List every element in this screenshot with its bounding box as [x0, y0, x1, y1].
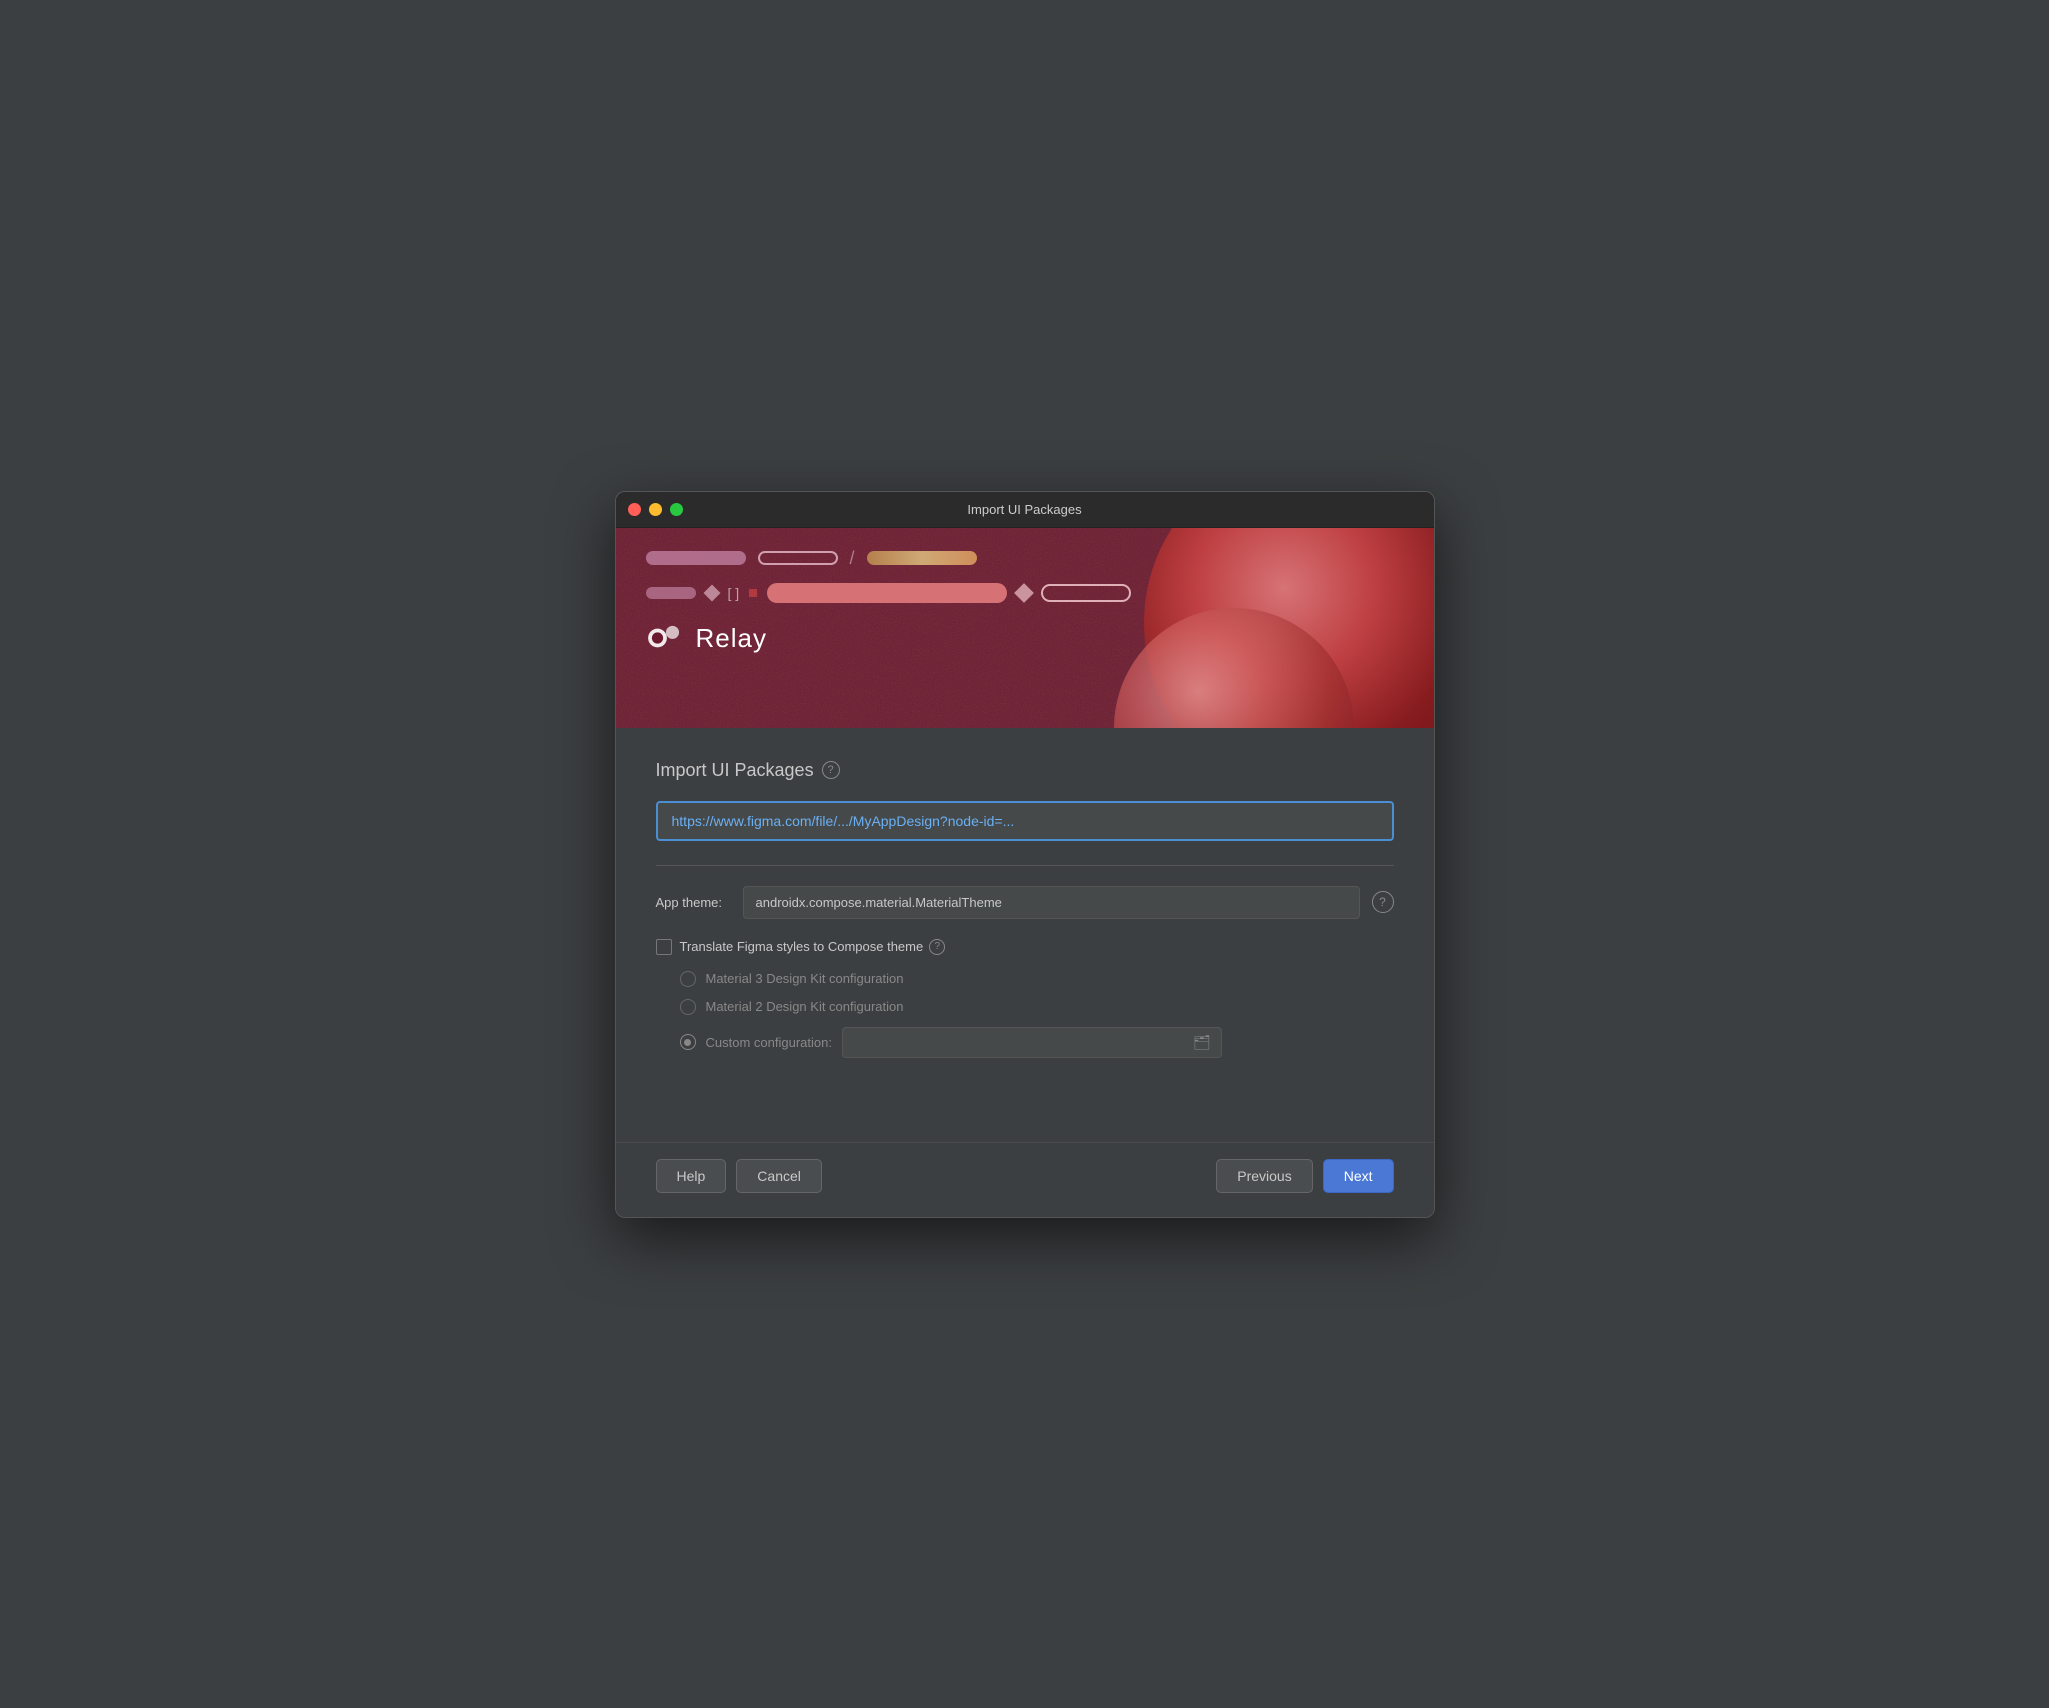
hero-small-square: [749, 589, 757, 597]
hero-pill-2: [758, 551, 838, 565]
close-button[interactable]: [628, 503, 641, 516]
radio-custom[interactable]: [680, 1034, 696, 1050]
maximize-button[interactable]: [670, 503, 683, 516]
relay-logo-icon: [646, 623, 684, 653]
app-theme-label: App theme:: [656, 895, 731, 910]
dialog-window: Import UI Packages / [ ]: [615, 491, 1435, 1218]
radio-options: Material 3 Design Kit configuration Mate…: [656, 971, 1394, 1058]
hero-slash: /: [850, 548, 855, 569]
translate-checkbox[interactable]: [656, 939, 672, 955]
window-controls: [628, 503, 683, 516]
section-title-row: Import UI Packages ?: [656, 760, 1394, 781]
hero-bracket: [ ]: [728, 585, 740, 601]
radio-custom-label: Custom configuration:: [706, 1035, 832, 1050]
custom-config-input-wrapper: 🗂: [842, 1027, 1222, 1058]
hero-big-pill: [767, 583, 1007, 603]
window-title: Import UI Packages: [967, 502, 1081, 517]
previous-button[interactable]: Previous: [1216, 1159, 1312, 1193]
hero-small-pill: [646, 587, 696, 599]
custom-config-row: Custom configuration: 🗂: [680, 1027, 1394, 1058]
footer-left: Help Cancel: [656, 1159, 822, 1193]
section-help-icon[interactable]: ?: [822, 761, 840, 779]
minimize-button[interactable]: [649, 503, 662, 516]
app-theme-row: App theme: ?: [656, 886, 1394, 919]
hero-pill-gradient: [867, 551, 977, 565]
translate-checkbox-row: Translate Figma styles to Compose theme …: [656, 939, 1394, 955]
translate-help-icon[interactable]: ?: [929, 939, 945, 955]
section-title-text: Import UI Packages: [656, 760, 814, 781]
relay-logo-text: Relay: [696, 623, 767, 654]
cancel-button[interactable]: Cancel: [736, 1159, 822, 1193]
hero-pill-1: [646, 551, 746, 565]
hero-banner: / [ ] Relay: [616, 528, 1434, 728]
radio-row-material3: Material 3 Design Kit configuration: [680, 971, 1394, 987]
help-button[interactable]: Help: [656, 1159, 727, 1193]
url-input-wrapper: [656, 801, 1394, 841]
main-content: Import UI Packages ? App theme: ? Transl…: [616, 728, 1434, 1082]
radio-material2-label: Material 2 Design Kit configuration: [706, 999, 904, 1014]
hero-ui-elements: / [ ]: [646, 548, 1404, 603]
radio-material2[interactable]: [680, 999, 696, 1015]
next-button[interactable]: Next: [1323, 1159, 1394, 1193]
hero-row2: [ ]: [646, 583, 1404, 603]
radio-material3-label: Material 3 Design Kit configuration: [706, 971, 904, 986]
title-bar: Import UI Packages: [616, 492, 1434, 528]
app-theme-help-icon[interactable]: ?: [1372, 891, 1394, 913]
hero-diamond-1: [703, 584, 720, 601]
app-theme-input-wrapper: [743, 886, 1360, 919]
hero-row1: /: [646, 548, 1404, 569]
radio-row-material2: Material 2 Design Kit configuration: [680, 999, 1394, 1015]
translate-checkbox-label: Translate Figma styles to Compose theme …: [680, 939, 946, 955]
hero-diamond-2: [1014, 583, 1034, 603]
url-input[interactable]: [658, 803, 1392, 839]
footer: Help Cancel Previous Next: [616, 1142, 1434, 1217]
folder-browse-icon[interactable]: 🗂: [1193, 1034, 1211, 1051]
relay-logo: Relay: [646, 623, 1404, 654]
radio-material3[interactable]: [680, 971, 696, 987]
footer-right: Previous Next: [1216, 1159, 1393, 1193]
separator: [656, 865, 1394, 866]
hero-pill-outline2: [1041, 584, 1131, 602]
app-theme-input[interactable]: [744, 887, 1359, 918]
